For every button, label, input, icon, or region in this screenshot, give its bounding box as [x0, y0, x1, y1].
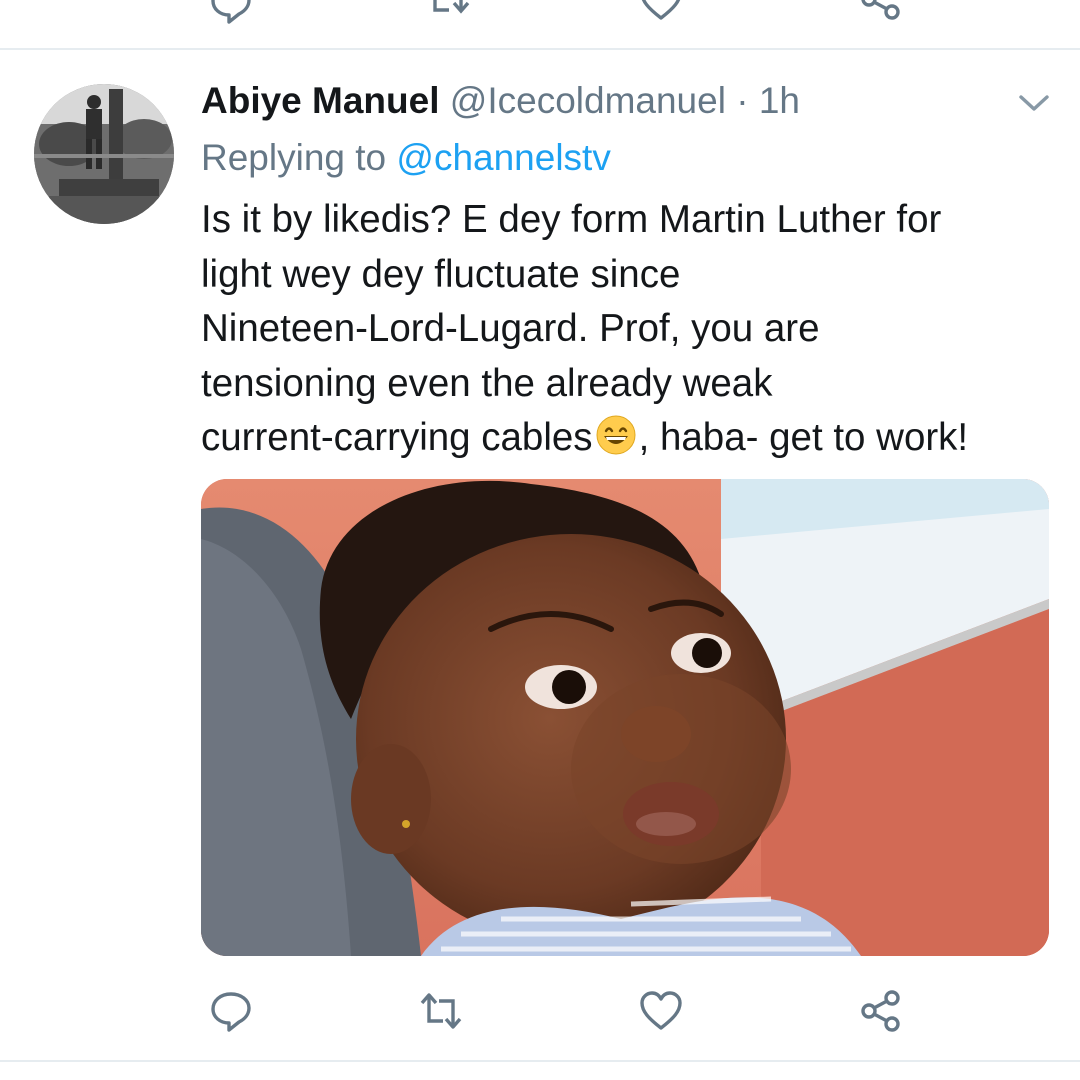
share-icon[interactable]	[858, 988, 904, 1034]
top-divider	[0, 48, 1080, 50]
reply-icon[interactable]	[208, 988, 254, 1034]
display-name[interactable]: Abiye Manuel	[201, 80, 440, 121]
chevron-down-icon[interactable]	[1014, 90, 1054, 116]
tweet-header: Abiye Manuel @Icecoldmanuel · 1h	[201, 78, 800, 124]
avatar-photo	[34, 84, 174, 224]
heart-icon[interactable]	[638, 988, 684, 1034]
grinning-face-emoji-icon	[596, 415, 636, 455]
heart-icon[interactable]	[638, 0, 684, 24]
tweet-text-line: tensioning even the already weak	[201, 361, 773, 405]
share-icon[interactable]	[858, 0, 904, 22]
replying-to-label: Replying to	[201, 137, 397, 178]
tweet-text-line: Is it by likedis? E dey form Martin Luth…	[201, 198, 942, 241]
previous-tweet-actions	[0, 0, 1080, 48]
bottom-divider	[0, 1060, 1080, 1062]
tweet-media-image[interactable]	[201, 479, 1049, 956]
retweet-icon[interactable]	[418, 988, 464, 1034]
user-handle[interactable]: @Icecoldmanuel	[450, 80, 726, 121]
avatar[interactable]	[34, 84, 174, 224]
retweet-icon[interactable]	[425, 0, 471, 22]
tweet-text-after-emoji: , haba- get to work!	[638, 416, 969, 459]
replying-to-mention[interactable]: @channelstv	[396, 137, 610, 178]
tweet-time[interactable]: 1h	[759, 80, 800, 121]
tweet-text-line-last: current-carrying cables , haba- get to w…	[201, 411, 1061, 466]
tweet-text-line: Nineteen-Lord-Lugard. Prof, you are	[201, 307, 820, 350]
tweet-text-line: light wey dey fluctuate since	[201, 252, 681, 296]
tweet-text: Is it by likedis? E dey form Martin Luth…	[201, 193, 1061, 466]
reply-icon[interactable]	[208, 0, 254, 26]
tweet-text-before-emoji: current-carrying cables	[201, 416, 593, 459]
replying-to: Replying to @channelstv	[201, 135, 611, 181]
baby-photo	[201, 479, 1049, 956]
separator-dot: ·	[736, 80, 749, 121]
